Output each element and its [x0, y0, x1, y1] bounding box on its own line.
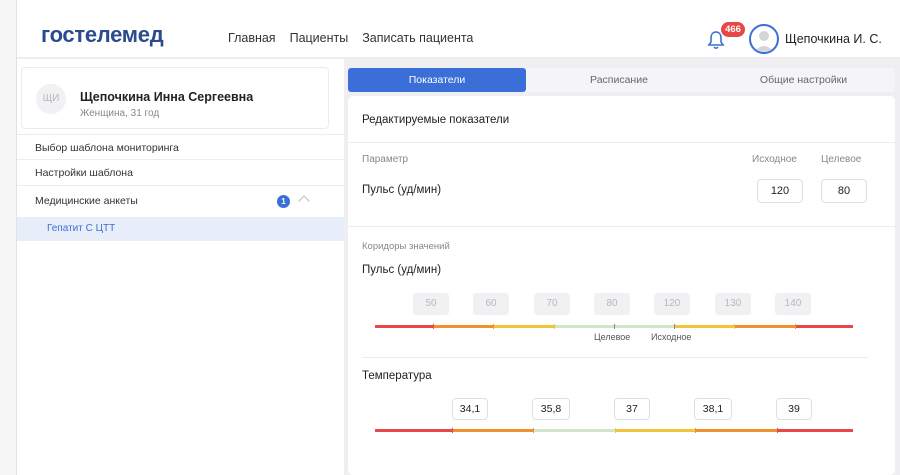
param-name: Пульс (уд/мин) [362, 184, 442, 196]
scale-tick [433, 324, 434, 329]
sidebar-item-label: Выбор шаблона мониторинга [35, 142, 179, 154]
scale-segment-yellow [615, 429, 695, 432]
sidebar: ЩИ Щепочкина Инна Сергеевна Женщина, 31 … [17, 59, 344, 475]
chevron-up-icon[interactable] [298, 195, 310, 207]
sidebar-item-template-choice[interactable]: Выбор шаблона мониторинга [17, 134, 344, 160]
scale-tick [554, 324, 555, 329]
temperature-threshold[interactable]: 39 [776, 398, 812, 420]
scale-tick [452, 428, 453, 433]
scale-segment-red [795, 325, 853, 328]
avatar[interactable] [749, 24, 779, 54]
logo[interactable]: гостелемед [41, 24, 164, 46]
scale-tick [695, 428, 696, 433]
patient-card: ЩИ Щепочкина Инна Сергеевна Женщина, 31 … [21, 67, 329, 129]
scale-segment-orange [433, 325, 493, 328]
param-header: Параметр [362, 154, 409, 165]
patient-name: Щепочкина Инна Сергеевна [80, 90, 254, 104]
scale-tick [615, 428, 616, 433]
main-nav: Главная Пациенты Записать пациента [228, 31, 473, 45]
target-label: Целевое [594, 332, 631, 342]
tab-schedule[interactable]: Расписание [530, 68, 708, 92]
target-header: Целевое [821, 154, 862, 165]
pulse-scale [375, 324, 853, 329]
scale-segment-yellow [493, 325, 554, 328]
pulse-threshold[interactable]: 60 [473, 293, 509, 315]
sidebar-item-label: Настройки шаблона [35, 167, 133, 179]
pulse-threshold[interactable]: 130 [715, 293, 751, 315]
initial-label: Исходное [651, 332, 692, 342]
sidebar-item-label: Медицинские анкеты [35, 195, 138, 207]
initial-marker [674, 324, 675, 329]
tab-bar: Показатели Расписание Общие настройки [348, 68, 895, 92]
nav-patients[interactable]: Пациенты [290, 31, 349, 45]
pulse-threshold[interactable]: 120 [654, 293, 690, 315]
pulse-title: Пульс (уд/мин) [362, 264, 442, 276]
count-badge: 1 [277, 195, 290, 208]
divider [348, 226, 895, 227]
pulse-threshold[interactable]: 50 [413, 293, 449, 315]
temperature-threshold[interactable]: 34,1 [452, 398, 488, 420]
pulse-threshold[interactable]: 140 [775, 293, 811, 315]
scale-segment-red [375, 325, 433, 328]
scale-tick [533, 428, 534, 433]
scale-segment-red [777, 429, 853, 432]
scale-segment-yellow [674, 325, 734, 328]
scale-tick [777, 428, 778, 433]
patient-info: Женщина, 31 год [80, 108, 160, 119]
nav-home[interactable]: Главная [228, 31, 276, 45]
app-frame: гостелемед Главная Пациенты Записать пац… [16, 0, 900, 475]
notification-badge: 466 [721, 22, 745, 37]
nav-book-patient[interactable]: Записать пациента [362, 31, 473, 45]
scale-tick [493, 324, 494, 329]
target-value-input[interactable]: 80 [821, 179, 867, 203]
temperature-scale [375, 428, 853, 433]
temperature-threshold[interactable]: 38,1 [694, 398, 732, 420]
user-name[interactable]: Щепочкина И. С. [785, 32, 882, 46]
temperature-threshold[interactable]: 37 [614, 398, 650, 420]
scale-tick [734, 324, 735, 329]
temperature-threshold[interactable]: 35,8 [532, 398, 570, 420]
top-bar: гостелемед Главная Пациенты Записать пац… [17, 0, 900, 58]
scale-segment-red [375, 429, 452, 432]
scale-tick [795, 324, 796, 329]
divider [362, 357, 868, 358]
scale-segment-green [533, 429, 615, 432]
tab-general-settings[interactable]: Общие настройки [712, 68, 895, 92]
pulse-threshold[interactable]: 70 [534, 293, 570, 315]
scale-segment-orange [734, 325, 795, 328]
divider [348, 142, 895, 143]
initial-value-input[interactable]: 120 [757, 179, 803, 203]
temperature-title: Температура [362, 370, 432, 382]
user-icon [754, 31, 774, 52]
scale-segment-orange [452, 429, 533, 432]
sidebar-item-medical-forms[interactable]: Медицинские анкеты 1 [17, 186, 344, 216]
sidebar-item-template-settings[interactable]: Настройки шаблона [17, 160, 344, 186]
panel-title: Редактируемые показатели [362, 114, 510, 126]
scale-segment-orange [695, 429, 777, 432]
indicators-panel: Редактируемые показатели Параметр Исходн… [348, 96, 895, 475]
corridors-label: Коридоры значений [362, 241, 450, 252]
pulse-threshold[interactable]: 80 [594, 293, 630, 315]
tab-indicators[interactable]: Показатели [348, 68, 526, 92]
patient-initials: ЩИ [36, 84, 66, 114]
sidebar-subitem-hepatitis[interactable]: Гепатит С ЦТТ [17, 217, 344, 241]
target-marker [614, 324, 615, 329]
initial-header: Исходное [752, 154, 797, 165]
